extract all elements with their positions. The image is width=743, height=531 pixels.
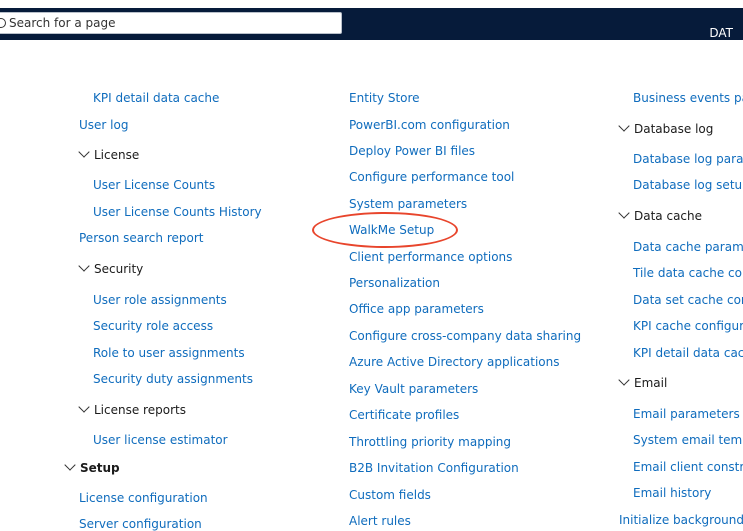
- search-input[interactable]: [9, 16, 309, 30]
- link-kpi-detail-data-cache[interactable]: KPI detail data cache: [93, 91, 219, 105]
- link-configure-performance-tool[interactable]: Configure performance tool: [349, 170, 514, 184]
- link-office-app-parameters[interactable]: Office app parameters: [349, 302, 484, 316]
- link-database-log-parameters[interactable]: Database log parame: [633, 152, 743, 166]
- link-business-events-parameters[interactable]: Business events para: [633, 91, 743, 105]
- chevron-down-icon: [78, 146, 90, 158]
- link-initialize-background-processes[interactable]: Initialize background pr: [619, 513, 743, 527]
- link-license-configuration[interactable]: License configuration: [79, 491, 208, 505]
- link-security-role-access[interactable]: Security role access: [93, 319, 213, 333]
- group-label: Database log: [634, 122, 714, 136]
- chevron-down-icon: [64, 459, 76, 471]
- link-key-vault-parameters[interactable]: Key Vault parameters: [349, 382, 478, 396]
- chevron-down-icon: [78, 401, 90, 413]
- group-label: License reports: [94, 403, 186, 417]
- link-role-to-user-assignments[interactable]: Role to user assignments: [93, 346, 245, 360]
- link-certificate-profiles[interactable]: Certificate profiles: [349, 408, 459, 422]
- link-walkme-setup[interactable]: WalkMe Setup: [349, 223, 434, 237]
- link-configure-cross-company-data-sharing[interactable]: Configure cross-company data sharing: [349, 329, 581, 343]
- link-user-license-counts[interactable]: User License Counts: [93, 178, 215, 192]
- link-powerbi-configuration[interactable]: PowerBI.com configuration: [349, 118, 510, 132]
- group-label: Security: [94, 262, 144, 276]
- link-deploy-power-bi-files[interactable]: Deploy Power BI files: [349, 144, 475, 158]
- link-personalization[interactable]: Personalization: [349, 276, 440, 290]
- chevron-down-icon: [618, 207, 630, 219]
- link-throttling-priority-mapping[interactable]: Throttling priority mapping: [349, 435, 511, 449]
- link-user-role-assignments[interactable]: User role assignments: [93, 293, 227, 307]
- group-label: Email: [634, 376, 668, 390]
- link-kpi-cache-configuration[interactable]: KPI cache configurati: [633, 319, 743, 333]
- group-license[interactable]: License: [78, 146, 140, 162]
- search-icon: [0, 18, 6, 28]
- link-tile-data-cache-configuration[interactable]: Tile data cache confi: [633, 266, 743, 280]
- link-system-email-templates[interactable]: System email templa: [633, 433, 743, 447]
- link-database-log-setup[interactable]: Database log setup: [633, 178, 743, 192]
- link-b2b-invitation-configuration[interactable]: B2B Invitation Configuration: [349, 461, 519, 475]
- link-email-parameters[interactable]: Email parameters: [633, 407, 740, 421]
- link-user-log[interactable]: User log: [79, 118, 128, 132]
- chevron-down-icon: [618, 374, 630, 386]
- chevron-down-icon: [618, 120, 630, 132]
- link-entity-store[interactable]: Entity Store: [349, 91, 420, 105]
- link-custom-fields[interactable]: Custom fields: [349, 488, 431, 502]
- group-setup[interactable]: Setup: [64, 459, 120, 475]
- link-kpi-detail-data-cache-2[interactable]: KPI detail data cache: [633, 346, 743, 360]
- link-system-parameters[interactable]: System parameters: [349, 197, 467, 211]
- company-selector[interactable]: DAT: [709, 26, 733, 40]
- group-data-cache[interactable]: Data cache: [618, 207, 703, 223]
- link-user-license-counts-history[interactable]: User License Counts History: [93, 205, 262, 219]
- group-label: Data cache: [634, 209, 703, 223]
- link-email-client-constraints[interactable]: Email client constrair: [633, 460, 743, 474]
- link-security-duty-assignments[interactable]: Security duty assignments: [93, 372, 253, 386]
- link-azure-active-directory-applications[interactable]: Azure Active Directory applications: [349, 355, 559, 369]
- link-person-search-report[interactable]: Person search report: [79, 231, 203, 245]
- group-license-reports[interactable]: License reports: [78, 401, 186, 417]
- search-box[interactable]: [0, 12, 342, 34]
- group-label: License: [94, 148, 140, 162]
- link-user-license-estimator[interactable]: User license estimator: [93, 433, 228, 447]
- link-data-cache-parameters[interactable]: Data cache paramete: [633, 240, 743, 254]
- group-security[interactable]: Security: [78, 260, 144, 276]
- chevron-down-icon: [78, 260, 90, 272]
- group-label: Setup: [80, 461, 120, 475]
- link-client-performance-options[interactable]: Client performance options: [349, 250, 512, 264]
- link-email-history[interactable]: Email history: [633, 486, 711, 500]
- group-email[interactable]: Email: [618, 374, 668, 390]
- link-data-set-cache-configuration[interactable]: Data set cache config: [633, 293, 743, 307]
- link-server-configuration[interactable]: Server configuration: [79, 517, 202, 531]
- group-database-log[interactable]: Database log: [618, 120, 714, 136]
